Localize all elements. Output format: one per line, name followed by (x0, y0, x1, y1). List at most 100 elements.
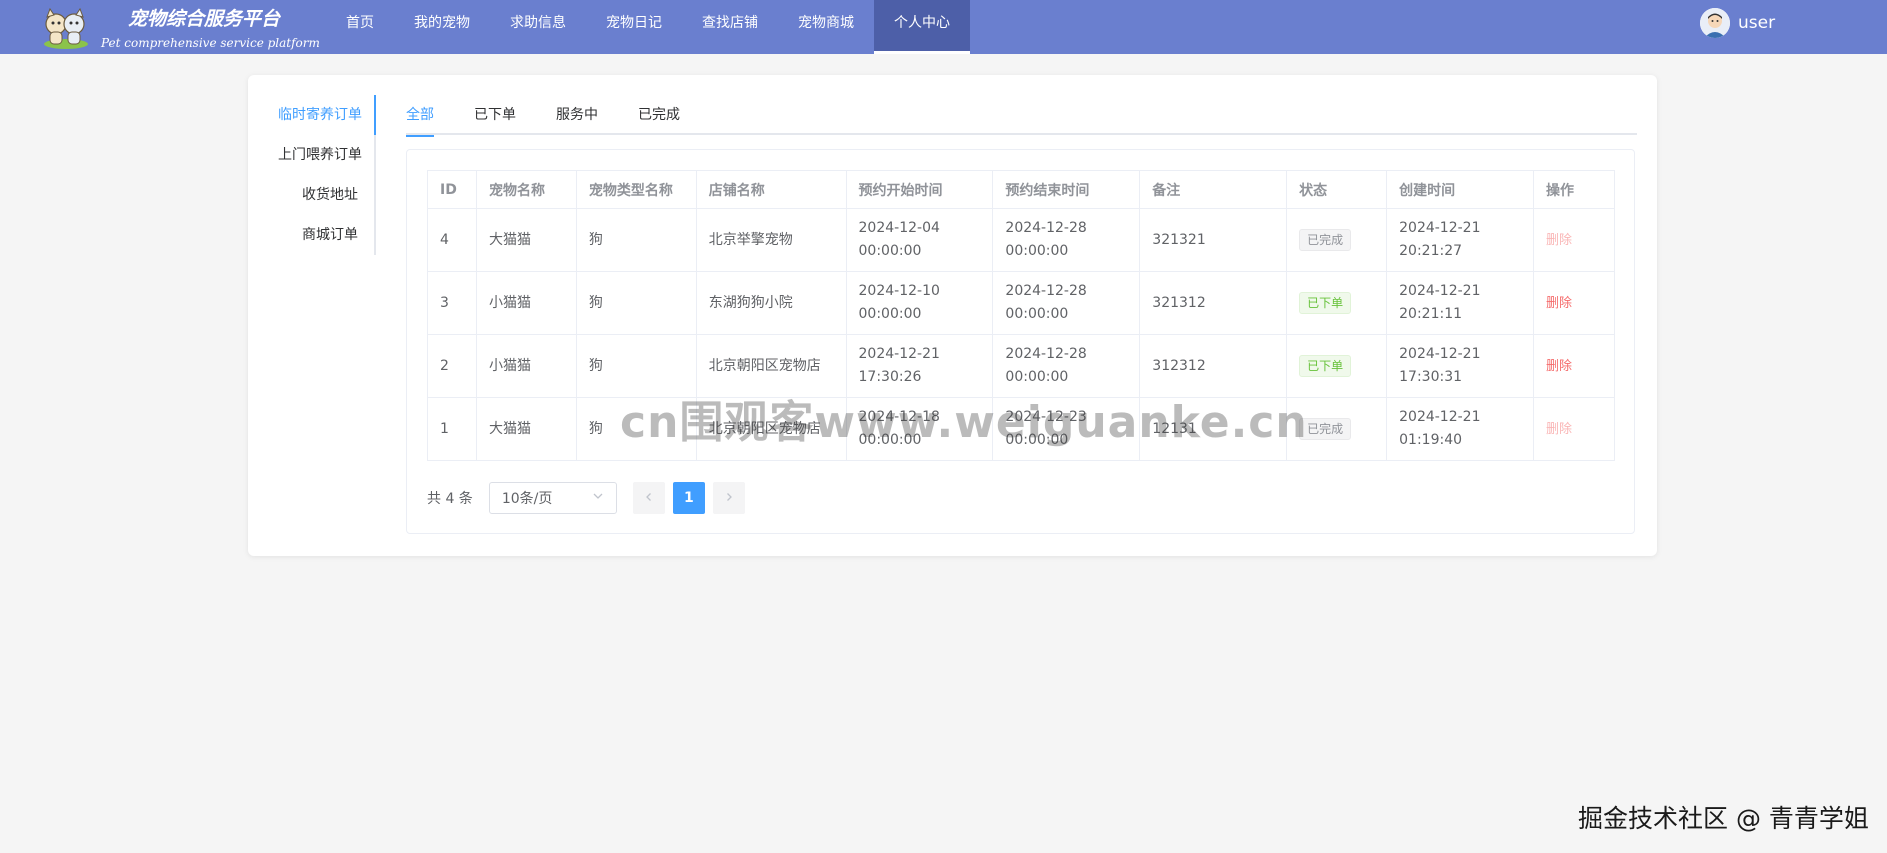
cell-end-time: 2024-12-28 00:00:00 (992, 208, 1141, 272)
main-nav: 首页 我的宠物 求助信息 宠物日记 查找店铺 宠物商城 个人中心 (326, 0, 970, 54)
pagination-total: 共 4 条 (427, 491, 473, 507)
brand-subtitle: Pet comprehensive service platform (101, 36, 320, 50)
col-header-id: ID (427, 170, 477, 209)
start-date: 2024-12-04 (858, 220, 940, 236)
start-date: 2024-12-10 (858, 283, 940, 299)
start-date: 2024-12-21 (858, 346, 940, 362)
cell-created-time: 2024-12-21 20:21:11 (1386, 271, 1535, 335)
page-button-current[interactable]: 1 (672, 482, 705, 514)
end-date: 2024-12-28 (1005, 346, 1087, 362)
pagination: 共 4 条 10条/页 1 (427, 482, 753, 514)
cell-shop-name: 东湖狗狗小院 (695, 271, 847, 335)
end-clock: 00:00:00 (1005, 243, 1069, 259)
cell-start-time: 2024-12-10 00:00:00 (845, 271, 994, 335)
cell-actions: 删除 (1533, 397, 1615, 461)
created-date: 2024-12-21 (1399, 409, 1481, 425)
nav-pet-mall[interactable]: 宠物商城 (778, 0, 874, 54)
side-item-mall-orders[interactable]: 商城订单 (278, 215, 374, 255)
page-size-select[interactable]: 10条/页 (488, 482, 617, 514)
page-size-value: 10条/页 (501, 491, 553, 507)
tab-completed[interactable]: 已完成 (638, 95, 680, 135)
delete-button[interactable]: 删除 (1546, 233, 1572, 248)
cell-id: 1 (427, 397, 477, 461)
cell-created-time: 2024-12-21 17:30:31 (1386, 334, 1535, 398)
side-item-boarding-orders[interactable]: 临时寄养订单 (278, 95, 374, 135)
col-header-status: 状态 (1286, 170, 1388, 209)
start-clock: 00:00:00 (858, 243, 922, 259)
created-clock: 01:19:40 (1399, 432, 1463, 448)
tab-all[interactable]: 全部 (406, 95, 434, 137)
status-badge: 已完成 (1299, 228, 1352, 251)
avatar[interactable] (1700, 8, 1730, 38)
cell-created-time: 2024-12-21 20:21:27 (1386, 208, 1535, 272)
side-menu: 临时寄养订单 上门喂养订单 收货地址 商城订单 (278, 95, 376, 255)
next-page-button[interactable] (712, 482, 745, 514)
nav-find-shops[interactable]: 查找店铺 (682, 0, 778, 54)
col-header-actions: 操作 (1533, 170, 1615, 209)
prev-page-button[interactable] (632, 482, 665, 514)
credit-text: 掘金技术社区 @ 青青学姐 (1578, 804, 1869, 833)
cell-actions: 删除 (1533, 208, 1615, 272)
cell-end-time: 2024-12-28 00:00:00 (992, 271, 1141, 335)
orders-card: 临时寄养订单 上门喂养订单 收货地址 商城订单 全部 已下单 服务中 已完成 I… (248, 75, 1657, 556)
cell-pet-type: 狗 (575, 271, 697, 335)
chevron-right-icon (724, 490, 734, 506)
nav-help-info[interactable]: 求助信息 (490, 0, 586, 54)
chevron-down-icon (592, 490, 604, 506)
cell-pet-type: 狗 (575, 208, 697, 272)
created-date: 2024-12-21 (1399, 346, 1481, 362)
cell-pet-name: 小猫猫 (475, 334, 577, 398)
side-menu-indicator (374, 95, 376, 135)
delete-button[interactable]: 删除 (1546, 296, 1572, 311)
logo-icon[interactable] (40, 4, 92, 50)
end-clock: 00:00:00 (1005, 369, 1069, 385)
cell-shop-name: 北京举擎宠物 (695, 208, 847, 272)
cell-id: 4 (427, 208, 477, 272)
tab-in-service[interactable]: 服务中 (556, 95, 598, 135)
start-clock: 00:00:00 (858, 306, 922, 322)
col-header-note: 备注 (1139, 170, 1288, 209)
delete-button[interactable]: 删除 (1546, 359, 1572, 374)
nav-profile[interactable]: 个人中心 (874, 0, 970, 54)
status-badge: 已下单 (1299, 291, 1352, 314)
created-clock: 17:30:31 (1399, 369, 1463, 385)
status-badge: 已下单 (1299, 354, 1352, 377)
status-tabs: 全部 已下单 服务中 已完成 (406, 95, 1637, 137)
cell-pet-name: 小猫猫 (475, 271, 577, 335)
nav-pet-diary[interactable]: 宠物日记 (586, 0, 682, 54)
delete-button[interactable]: 删除 (1546, 422, 1572, 437)
side-item-home-feeding-orders[interactable]: 上门喂养订单 (278, 135, 374, 175)
col-header-pet-type: 宠物类型名称 (575, 170, 697, 209)
created-clock: 20:21:27 (1399, 243, 1463, 259)
table-row: 4 大猫猫 狗 北京举擎宠物 2024-12-04 00:00:00 2024-1… (427, 208, 1615, 272)
chevron-left-icon (644, 490, 654, 506)
table-panel: ID 宠物名称 宠物类型名称 店铺名称 预约开始时间 预约结束时间 备注 状态 … (406, 149, 1635, 534)
user-menu[interactable]: user (1700, 8, 1775, 38)
created-clock: 20:21:11 (1399, 306, 1463, 322)
cell-id: 2 (427, 334, 477, 398)
cell-status: 已下单 (1286, 271, 1388, 335)
col-header-shop-name: 店铺名称 (695, 170, 847, 209)
cell-start-time: 2024-12-04 00:00:00 (845, 208, 994, 272)
cell-note: 321321 (1139, 208, 1288, 272)
cell-status: 已完成 (1286, 208, 1388, 272)
end-date: 2024-12-28 (1005, 220, 1087, 236)
nav-my-pets[interactable]: 我的宠物 (394, 0, 490, 54)
cell-actions: 删除 (1533, 271, 1615, 335)
side-item-shipping-address[interactable]: 收货地址 (278, 175, 374, 215)
cell-pet-name: 大猫猫 (475, 208, 577, 272)
end-date: 2024-12-28 (1005, 283, 1087, 299)
brand-title: 宠物综合服务平台 (128, 8, 281, 30)
top-header: 宠物综合服务平台 Pet comprehensive service platf… (0, 0, 1887, 54)
watermark-text: cn围观客www.weiguanke.cn (620, 397, 1308, 448)
tab-placed[interactable]: 已下单 (474, 95, 516, 135)
col-header-end-time: 预约结束时间 (992, 170, 1141, 209)
username[interactable]: user (1738, 13, 1775, 33)
col-header-pet-name: 宠物名称 (475, 170, 577, 209)
created-date: 2024-12-21 (1399, 283, 1481, 299)
nav-home[interactable]: 首页 (326, 0, 394, 54)
col-header-start-time: 预约开始时间 (845, 170, 994, 209)
cell-actions: 删除 (1533, 334, 1615, 398)
table-row: 3 小猫猫 狗 东湖狗狗小院 2024-12-10 00:00:00 2024-1… (427, 271, 1615, 335)
col-header-created-time: 创建时间 (1386, 170, 1535, 209)
